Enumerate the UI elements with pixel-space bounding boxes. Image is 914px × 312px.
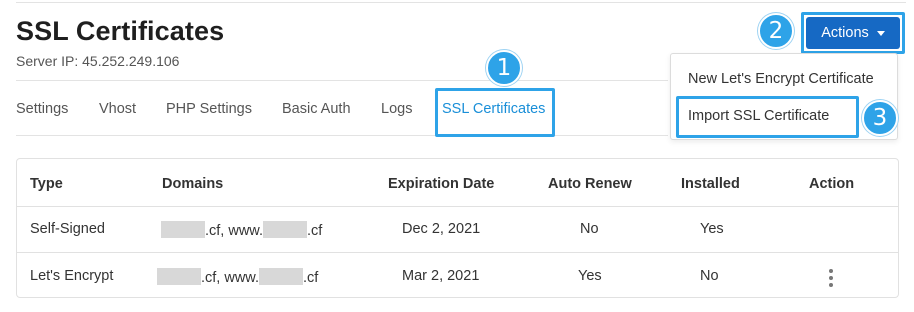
cell-auto-renew: Yes [578, 268, 602, 284]
table-row: Self-Signed .cf, www. .cf Dec 2, 2021 No … [17, 207, 898, 253]
column-header-expiration: Expiration Date [388, 176, 495, 192]
redacted-block [259, 268, 304, 285]
cell-type: Self-Signed [30, 221, 105, 237]
column-header-action: Action [809, 176, 855, 192]
cell-auto-renew: No [580, 221, 599, 237]
tab-settings[interactable]: Settings [16, 101, 68, 117]
menu-item-new-lets-encrypt[interactable]: New Let's Encrypt Certificate [688, 71, 874, 87]
cell-expiration: Dec 2, 2021 [402, 221, 481, 237]
redacted-block [157, 268, 201, 285]
cell-domains: .cf, www. .cf [157, 268, 318, 286]
tab-php-settings[interactable]: PHP Settings [166, 101, 252, 117]
cell-type: Let's Encrypt [30, 268, 114, 284]
menu-item-import-ssl[interactable]: Import SSL Certificate [688, 108, 829, 124]
kebab-menu-icon[interactable] [829, 269, 833, 287]
cell-expiration: Mar 2, 2021 [402, 268, 480, 284]
top-divider [16, 2, 906, 3]
redacted-block [263, 221, 308, 238]
tab-ssl-certificates[interactable]: SSL Certificates [442, 101, 545, 117]
column-header-auto-renew: Auto Renew [548, 176, 632, 192]
page-title: SSL Certificates [16, 16, 225, 46]
actions-button[interactable]: Actions [806, 17, 900, 49]
column-header-installed: Installed [681, 176, 740, 192]
callout-badge-2: 2 [758, 13, 794, 49]
cell-domains: .cf, www. .cf [161, 221, 322, 239]
caret-down-icon [876, 30, 885, 36]
tab-basic-auth[interactable]: Basic Auth [282, 101, 351, 117]
server-ip-label: Server IP: 45.252.249.106 [16, 53, 180, 69]
column-header-type: Type [30, 176, 63, 192]
tab-logs[interactable]: Logs [381, 101, 412, 117]
certificates-table: Type Domains Expiration Date Auto Renew … [16, 158, 899, 298]
callout-badge-3: 3 [862, 100, 898, 136]
column-header-domains: Domains [162, 176, 224, 192]
cell-installed: No [700, 268, 719, 284]
table-row: Let's Encrypt .cf, www. .cf Mar 2, 2021 Y… [17, 254, 898, 300]
table-header: Type Domains Expiration Date Auto Renew … [17, 159, 898, 207]
tab-vhost[interactable]: Vhost [99, 101, 136, 117]
redacted-block [161, 221, 205, 238]
cell-installed: Yes [700, 221, 724, 237]
actions-button-label: Actions [821, 25, 869, 41]
tab-bar: Settings Vhost PHP Settings Basic Auth L… [16, 80, 668, 136]
callout-badge-1: 1 [486, 50, 522, 86]
